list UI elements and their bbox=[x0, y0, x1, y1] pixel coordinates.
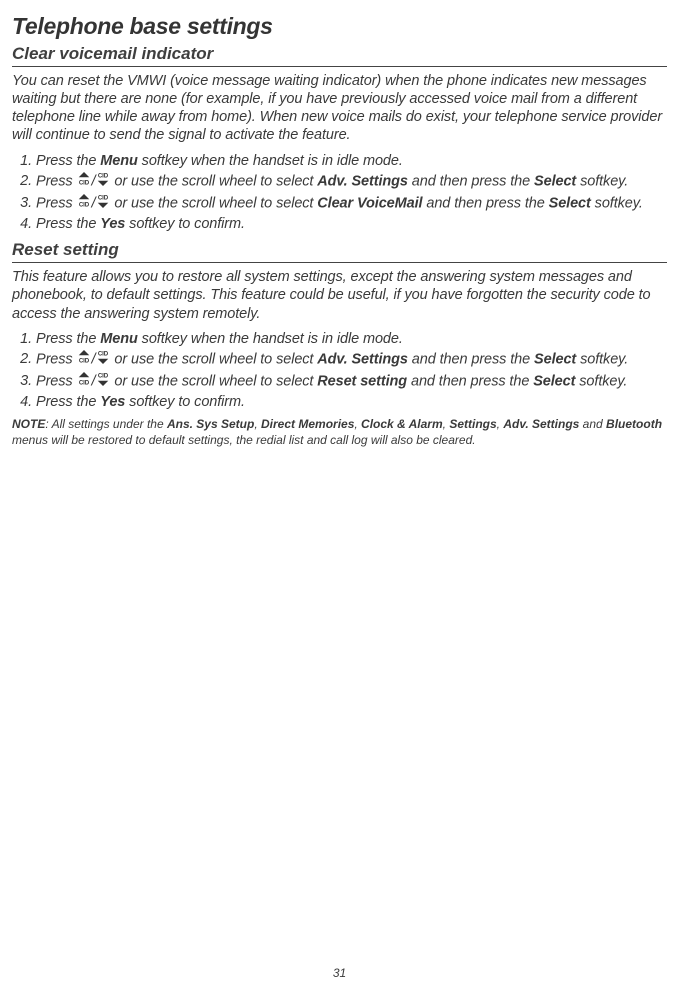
cid-down-icon bbox=[96, 193, 110, 214]
step-2: Press / or use the scroll wheel to selec… bbox=[36, 171, 667, 192]
step-4: Press the Yes softkey to confirm. bbox=[36, 393, 667, 411]
step-3: Press / or use the scroll wheel to selec… bbox=[36, 193, 667, 214]
section-clear-voicemail-body: You can reset the VMWI (voice message wa… bbox=[12, 72, 667, 145]
cid-down-icon bbox=[96, 371, 110, 392]
note-text: NOTE: All settings under the Ans. Sys Se… bbox=[12, 417, 667, 448]
section-clear-voicemail-title: Clear voicemail indicator bbox=[12, 43, 667, 67]
step-1: Press the Menu softkey when the handset … bbox=[36, 152, 667, 170]
step-1: Press the Menu softkey when the handset … bbox=[36, 330, 667, 348]
cid-up-icon bbox=[77, 171, 91, 192]
page-title: Telephone base settings bbox=[12, 12, 667, 41]
section1-steps: Press the Menu softkey when the handset … bbox=[12, 152, 667, 234]
section2-steps: Press the Menu softkey when the handset … bbox=[12, 330, 667, 412]
cid-down-icon bbox=[96, 171, 110, 192]
step-4: Press the Yes softkey to confirm. bbox=[36, 215, 667, 233]
section-reset-setting-title: Reset setting bbox=[12, 239, 667, 263]
cid-up-icon bbox=[77, 349, 91, 370]
cid-up-icon bbox=[77, 193, 91, 214]
step-2: Press / or use the scroll wheel to selec… bbox=[36, 349, 667, 370]
step-3: Press / or use the scroll wheel to selec… bbox=[36, 371, 667, 392]
section-reset-setting-body: This feature allows you to restore all s… bbox=[12, 268, 667, 322]
cid-down-icon bbox=[96, 349, 110, 370]
cid-up-icon bbox=[77, 371, 91, 392]
page-number: 31 bbox=[0, 966, 679, 981]
